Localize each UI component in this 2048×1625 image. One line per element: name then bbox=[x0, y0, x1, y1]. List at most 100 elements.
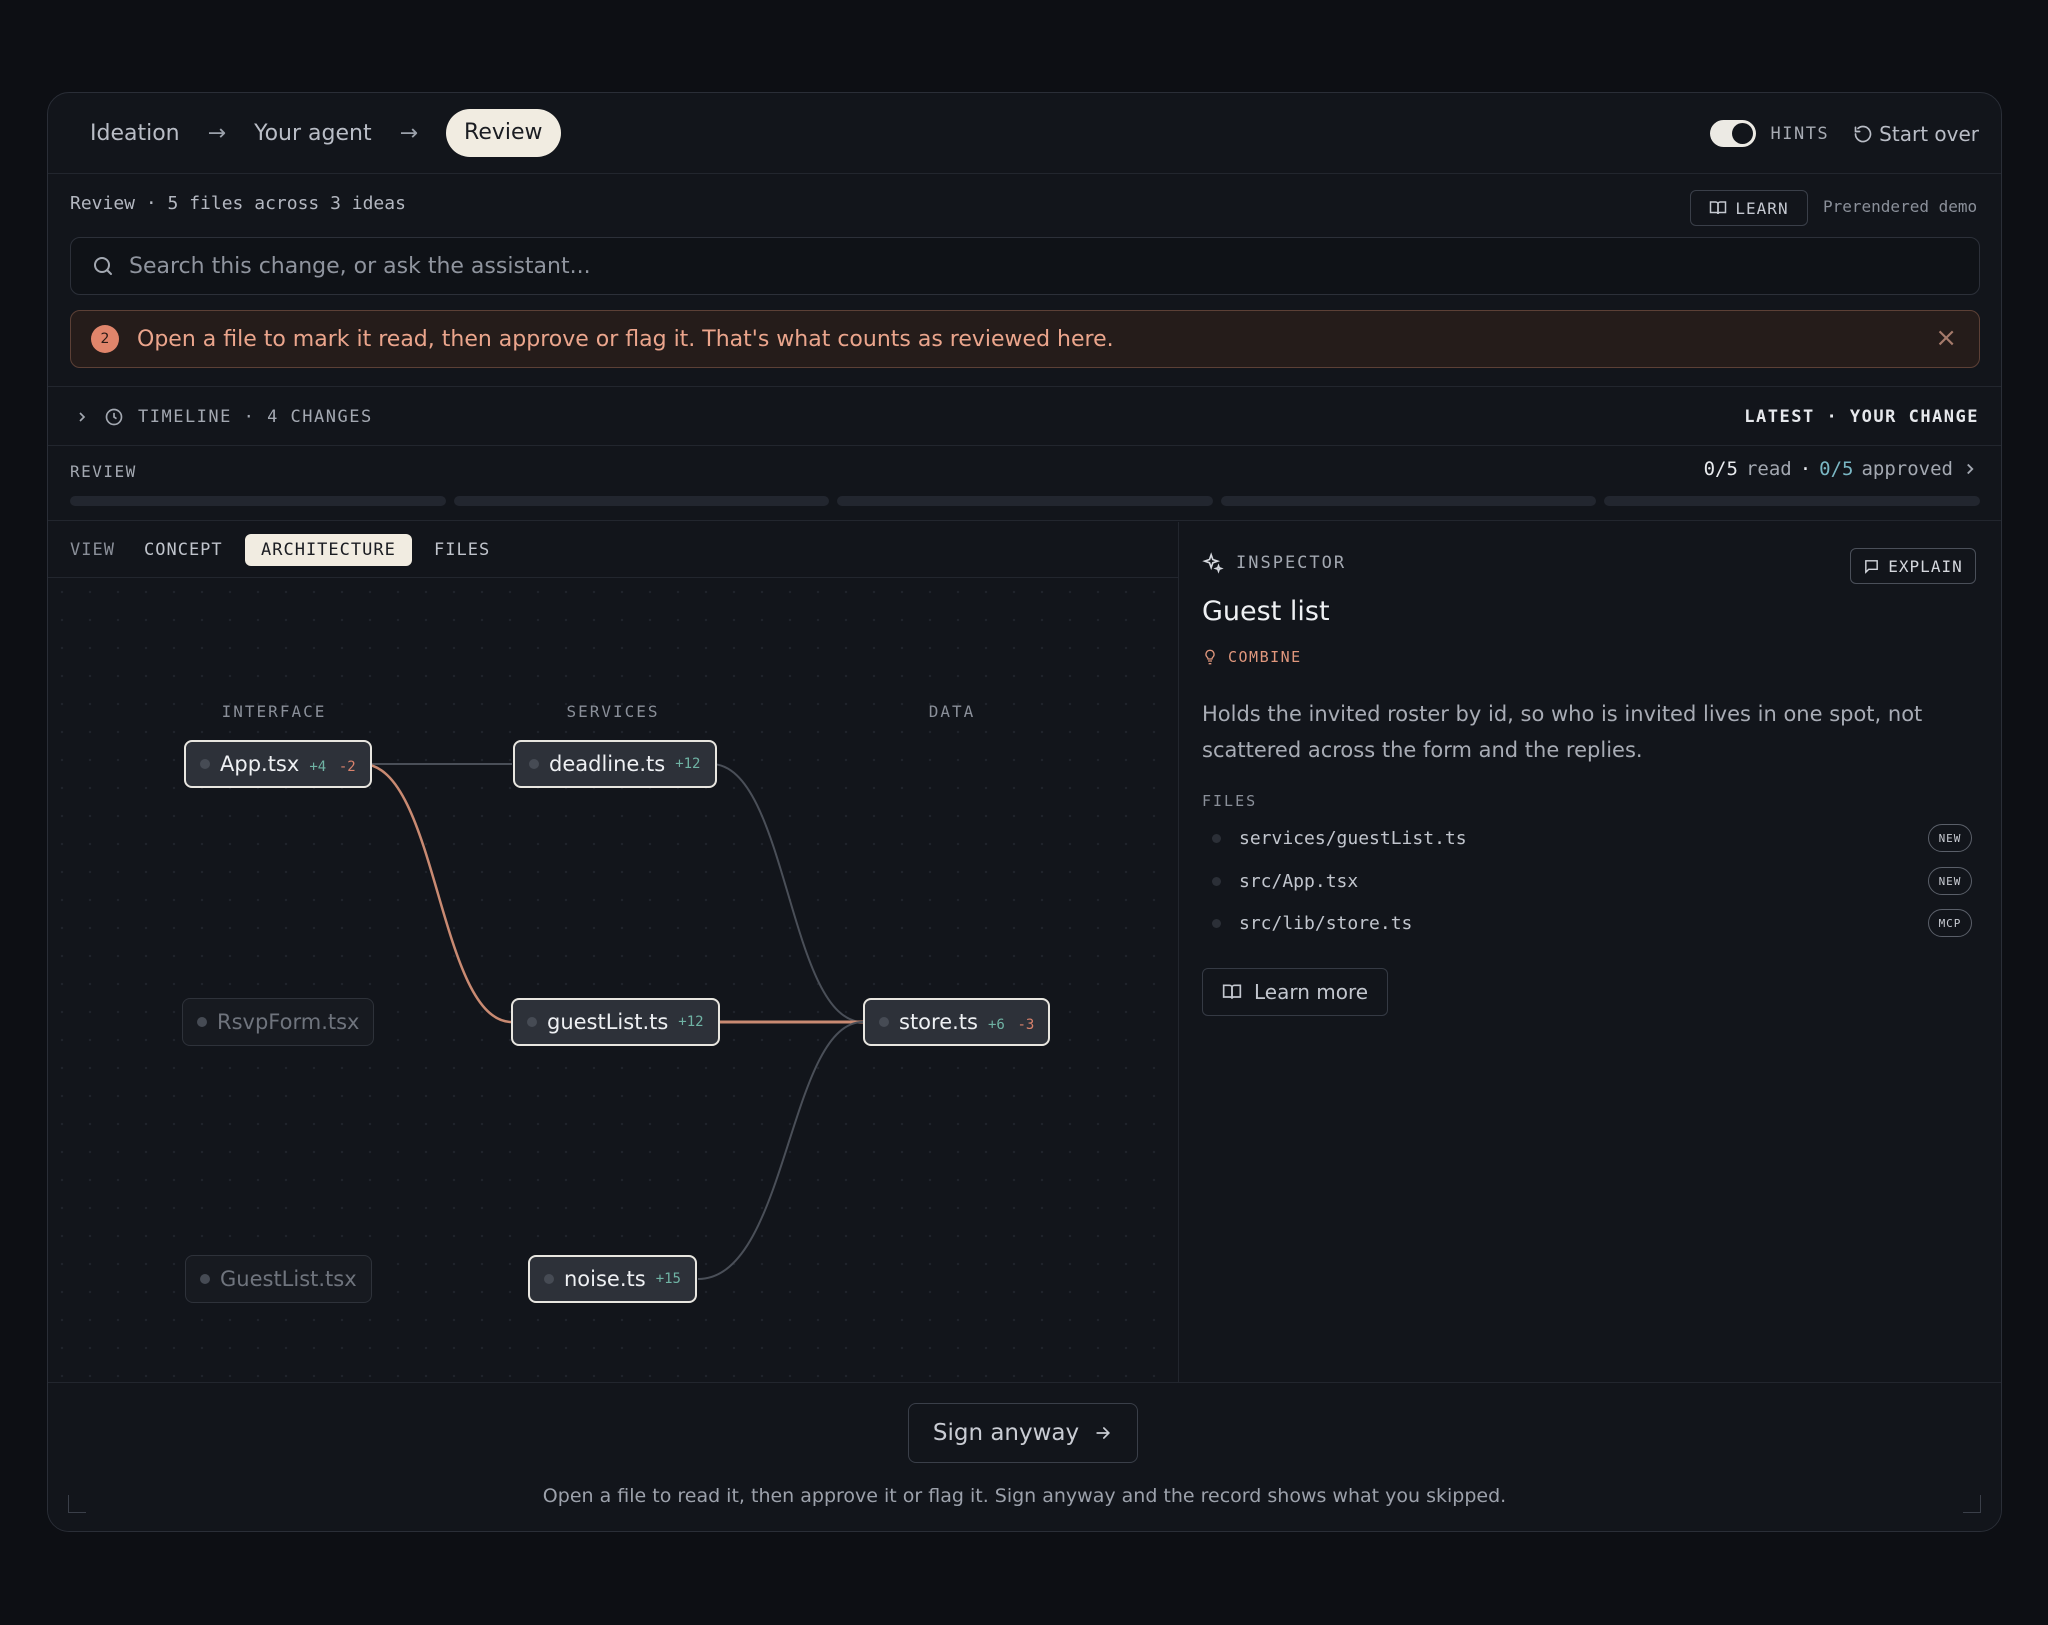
chevron-right-icon[interactable] bbox=[74, 409, 90, 425]
learn-more-label: Learn more bbox=[1253, 980, 1369, 1004]
node-guestlist-tsx[interactable]: GuestList.tsx bbox=[185, 1255, 372, 1303]
dependency-edges bbox=[361, 762, 864, 1280]
explain-button[interactable]: EXPLAIN bbox=[1850, 548, 1976, 584]
search-bar bbox=[70, 237, 1980, 295]
inspector-title: Guest list bbox=[1202, 596, 1330, 627]
step-review[interactable]: Review bbox=[446, 109, 561, 157]
book-icon bbox=[1710, 201, 1727, 215]
sparkle-icon bbox=[1202, 552, 1224, 574]
arrow-icon: → bbox=[207, 120, 227, 146]
file-badge: NEW bbox=[1928, 867, 1972, 895]
prerendered-badge: Prerendered demo bbox=[1823, 197, 1978, 216]
node-app-tsx[interactable]: App.tsx +4 -2 bbox=[184, 740, 372, 788]
corner-mark bbox=[68, 1495, 86, 1513]
node-name: RsvpForm.tsx bbox=[217, 1010, 360, 1034]
node-status-dot bbox=[197, 1017, 207, 1027]
refresh-icon bbox=[1854, 125, 1872, 142]
node-additions: +6 bbox=[987, 1017, 1005, 1033]
close-icon[interactable]: × bbox=[1935, 323, 1957, 353]
learn-label: LEARN bbox=[1735, 198, 1789, 218]
hints-label: HINTS bbox=[1770, 123, 1830, 144]
book-icon bbox=[1222, 984, 1242, 999]
node-deletions: -2 bbox=[338, 759, 356, 775]
timeline-latest: LATEST · YOUR CHANGE bbox=[1744, 407, 1979, 427]
architecture-canvas: VIEW CONCEPT ARCHITECTURE FILES INTERFAC… bbox=[48, 522, 1179, 1382]
chat-icon bbox=[1865, 559, 1879, 574]
step-breadcrumb: Ideation → Your agent → Review bbox=[90, 109, 561, 157]
node-additions: +4 bbox=[309, 759, 327, 775]
node-name: guestList.ts bbox=[547, 1010, 669, 1034]
file-row[interactable]: src/lib/store.ts MCP bbox=[1202, 905, 1972, 941]
file-path: src/App.tsx bbox=[1239, 870, 1359, 892]
inspector-label: INSPECTOR bbox=[1236, 553, 1347, 573]
node-rsvpform-tsx[interactable]: RsvpForm.tsx bbox=[182, 998, 375, 1046]
review-summary: Review · 5 files across 3 ideas bbox=[70, 193, 406, 214]
progress-segment bbox=[1604, 496, 1980, 506]
hint-text: Open a file to mark it read, then approv… bbox=[137, 326, 1114, 352]
read-word: read bbox=[1745, 458, 1792, 480]
file-path: services/guestList.ts bbox=[1239, 827, 1467, 849]
arrow-right-icon bbox=[1096, 1427, 1111, 1439]
approved-count: 0/5 bbox=[1819, 458, 1854, 480]
node-name: App.tsx bbox=[220, 752, 300, 776]
review-stats[interactable]: 0/5 read · 0/5 approved bbox=[1704, 458, 1979, 480]
footer: Sign anyway Open a file to read it, then… bbox=[48, 1382, 2001, 1531]
step-ideation[interactable]: Ideation bbox=[90, 121, 180, 146]
explain-label: EXPLAIN bbox=[1888, 556, 1963, 576]
progress-segment bbox=[837, 496, 1213, 506]
timeline-bar[interactable]: TIMELINE · 4 CHANGES LATEST · YOUR CHANG… bbox=[48, 386, 2001, 446]
node-status-dot bbox=[200, 1274, 210, 1284]
arrow-icon: → bbox=[399, 120, 419, 146]
approved-word: approved bbox=[1861, 458, 1953, 480]
file-row[interactable]: src/App.tsx NEW bbox=[1202, 863, 1972, 899]
search-input[interactable] bbox=[129, 253, 1829, 279]
app-frame: Ideation → Your agent → Review HINTS Sta… bbox=[47, 92, 2002, 1532]
node-name: GuestList.tsx bbox=[220, 1267, 357, 1291]
node-name: noise.ts bbox=[564, 1267, 646, 1291]
node-additions: +12 bbox=[675, 756, 701, 772]
file-badge: NEW bbox=[1928, 824, 1972, 852]
node-noise-ts[interactable]: noise.ts +15 bbox=[528, 1255, 697, 1303]
file-row[interactable]: services/guestList.ts NEW bbox=[1202, 820, 1972, 856]
progress-segment bbox=[1220, 496, 1597, 506]
hint-number-badge: 2 bbox=[91, 325, 119, 353]
top-nav: Ideation → Your agent → Review HINTS Sta… bbox=[48, 93, 2001, 174]
learn-more-button[interactable]: Learn more bbox=[1202, 968, 1388, 1016]
file-status-dot bbox=[1212, 876, 1221, 886]
chevron-right-icon bbox=[1967, 463, 1974, 475]
start-over-label: Start over bbox=[1879, 121, 1979, 146]
progress-segments bbox=[70, 496, 1980, 506]
node-guestlist-ts[interactable]: guestList.ts +12 bbox=[511, 998, 720, 1046]
file-badge: MCP bbox=[1928, 909, 1972, 937]
file-path: src/lib/store.ts bbox=[1239, 912, 1413, 934]
clock-icon bbox=[105, 408, 123, 426]
hints-toggle[interactable] bbox=[1710, 120, 1757, 147]
node-status-dot bbox=[544, 1274, 554, 1284]
review-label: REVIEW bbox=[70, 462, 137, 481]
idea-tag: COMBINE bbox=[1228, 648, 1302, 666]
progress-segment bbox=[453, 496, 830, 506]
corner-mark bbox=[1963, 1495, 1981, 1513]
node-additions: +12 bbox=[678, 1014, 704, 1030]
node-deadline-ts[interactable]: deadline.ts +12 bbox=[513, 740, 717, 788]
inspector-panel: INSPECTOR EXPLAIN Guest list COMBINE Hol… bbox=[1180, 522, 2001, 1382]
learn-button[interactable]: LEARN bbox=[1690, 190, 1808, 226]
timeline-label: TIMELINE · 4 CHANGES bbox=[138, 407, 373, 427]
sign-anyway-button[interactable]: Sign anyway bbox=[908, 1403, 1138, 1463]
node-additions: +15 bbox=[655, 1271, 681, 1287]
node-status-dot bbox=[527, 1017, 537, 1027]
node-deletions: -3 bbox=[1017, 1017, 1035, 1033]
sign-anyway-label: Sign anyway bbox=[932, 1420, 1080, 1446]
step-your-agent[interactable]: Your agent bbox=[254, 121, 372, 146]
file-status-dot bbox=[1212, 833, 1221, 843]
node-name: store.ts bbox=[899, 1010, 978, 1034]
stats-separator: · bbox=[1799, 458, 1812, 480]
edge-app-guestlist bbox=[361, 762, 513, 1024]
progress-segment bbox=[70, 496, 446, 506]
files-label: FILES bbox=[1202, 792, 1258, 810]
search-icon bbox=[94, 257, 112, 275]
start-over-button[interactable]: Start over bbox=[1853, 122, 1979, 146]
hint-banner: 2 Open a file to mark it read, then appr… bbox=[70, 310, 1980, 368]
node-store-ts[interactable]: store.ts +6 -3 bbox=[863, 998, 1051, 1046]
read-count: 0/5 bbox=[1703, 458, 1738, 480]
